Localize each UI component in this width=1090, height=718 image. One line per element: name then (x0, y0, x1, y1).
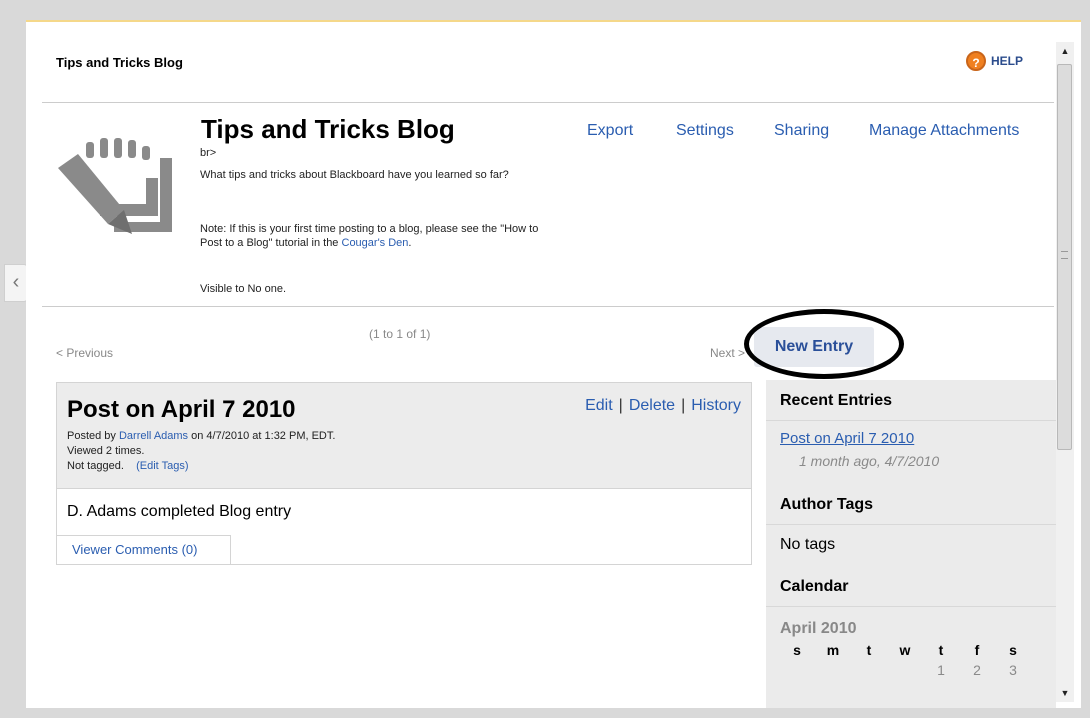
entry-view-count: Viewed 2 times. (67, 445, 145, 457)
calendar-month: April 2010 (780, 620, 857, 637)
posted-on-text: on 4/7/2010 at 1:32 PM, EDT. (188, 430, 336, 442)
blog-note-end: . (408, 237, 412, 249)
posted-by-prefix: Posted by (67, 430, 119, 442)
calendar-heading: Calendar (780, 578, 849, 595)
header-divider (42, 102, 1054, 103)
tags-status: Not tagged. (67, 460, 124, 472)
entry-count: (1 to 1 of 1) (369, 327, 431, 341)
blog-entry: Post on April 7 2010 Posted by Darrell A… (56, 382, 752, 565)
blog-description: What tips and tricks about Blackboard ha… (200, 169, 509, 181)
entry-posted-by: Posted by Darrell Adams on 4/7/2010 at 1… (67, 430, 335, 442)
sharing-link[interactable]: Sharing (774, 122, 829, 140)
recent-entries-heading: Recent Entries (780, 392, 893, 409)
calendar-day[interactable]: 2 (964, 662, 990, 678)
blog-note: Note: If this is your first time posting… (200, 222, 550, 250)
help-circle-icon: ? (966, 51, 986, 71)
author-link[interactable]: Darrell Adams (119, 430, 188, 442)
settings-link[interactable]: Settings (676, 122, 734, 140)
help-button[interactable]: ? HELP (966, 51, 1023, 71)
history-link[interactable]: History (691, 397, 741, 414)
new-entry-button[interactable]: New Entry (754, 327, 874, 367)
page-header-title: Tips and Tricks Blog (56, 55, 183, 70)
blog-title: Tips and Tricks Blog (201, 114, 455, 144)
sidebar-divider (766, 606, 1056, 607)
blog-sidebar: Recent Entries Post on April 7 2010 1 mo… (766, 380, 1056, 708)
weekday-label: t (866, 642, 872, 658)
weekday-label: t (938, 642, 944, 658)
action-separator: | (681, 397, 686, 414)
weekday-label: m (826, 642, 840, 658)
calendar-day[interactable]: 1 (928, 662, 954, 678)
scrollbar-thumb[interactable] (1057, 64, 1072, 450)
entry-actions: Edit | Delete | History (585, 397, 741, 415)
scrollbar-grip-icon (1061, 251, 1068, 259)
vertical-scrollbar[interactable]: ▲ ▼ (1056, 42, 1074, 702)
sidebar-divider (766, 524, 1056, 525)
blog-window: Tips and Tricks Blog ? HELP Tips and Tri… (26, 20, 1081, 708)
sidebar-divider (766, 420, 1056, 421)
entry-title: Post on April 7 2010 (67, 396, 296, 423)
entry-body: D. Adams completed Blog entry (67, 503, 292, 520)
author-tags-heading: Author Tags (780, 496, 874, 513)
calendar-day[interactable]: 3 (1000, 662, 1026, 678)
collapse-panel-arrow-icon[interactable]: ‹ (4, 264, 28, 302)
weekday-label: w (899, 642, 911, 658)
previous-link[interactable]: < Previous (56, 346, 113, 360)
description-divider (42, 306, 1054, 307)
viewer-comments-tab[interactable]: Viewer Comments (0) (57, 535, 231, 565)
recent-entry-link[interactable]: Post on April 7 2010 (780, 430, 914, 447)
edit-link[interactable]: Edit (585, 397, 613, 414)
weekday-label: s (1009, 642, 1017, 658)
scroll-up-arrow-icon[interactable]: ▲ (1056, 42, 1074, 60)
recent-entry-date: 1 month ago, 4/7/2010 (799, 453, 940, 469)
entry-tags-line: Not tagged. (Edit Tags) (67, 460, 188, 472)
help-label: HELP (991, 54, 1024, 68)
cougars-den-link[interactable]: Cougar's Den (342, 237, 409, 249)
scroll-down-arrow-icon[interactable]: ▼ (1056, 684, 1074, 702)
stray-markup-text: br> (200, 147, 217, 159)
next-link[interactable]: Next > (710, 346, 745, 360)
weekday-label: s (793, 642, 801, 658)
export-link[interactable]: Export (587, 122, 633, 140)
no-tags-text: No tags (780, 536, 836, 553)
weekday-label: f (974, 642, 980, 658)
edit-tags-link[interactable]: (Edit Tags) (136, 460, 188, 472)
entry-header: Post on April 7 2010 Posted by Darrell A… (57, 383, 751, 489)
blog-pencil-icon (58, 138, 172, 234)
delete-link[interactable]: Delete (629, 397, 675, 414)
action-separator: | (618, 397, 623, 414)
manage-attachments-link[interactable]: Manage Attachments (869, 122, 1019, 140)
visibility-status: Visible to No one. (200, 283, 287, 295)
